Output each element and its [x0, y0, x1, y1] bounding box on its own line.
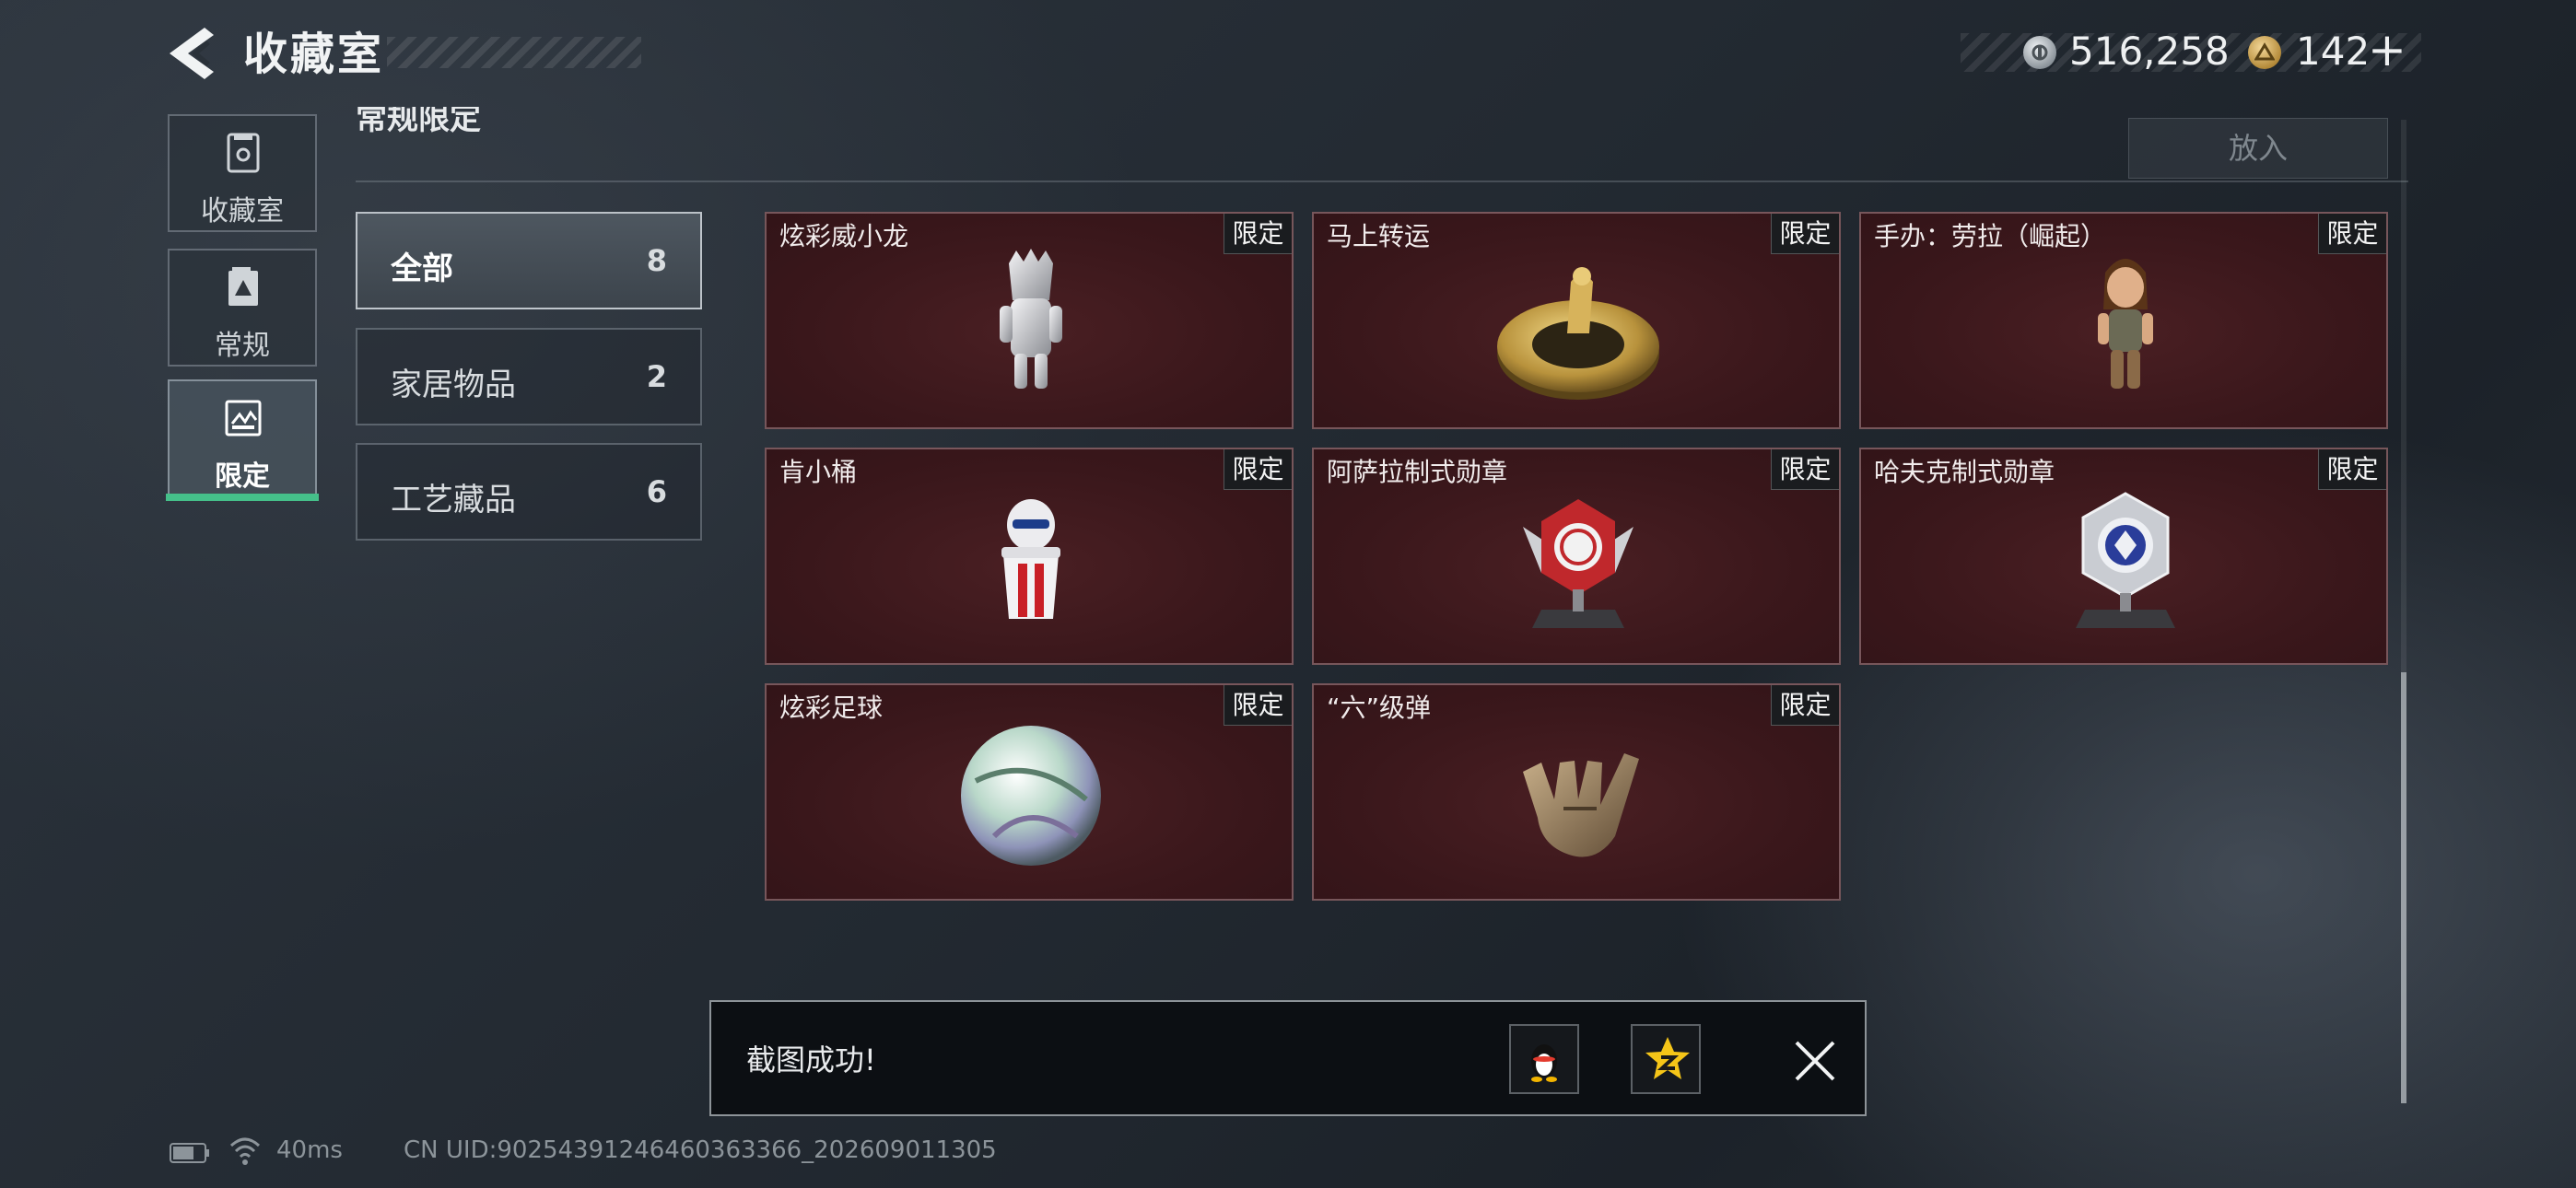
qq-icon: [1531, 1044, 1557, 1082]
item-name: 阿萨拉制式勋章: [1327, 457, 1508, 487]
filter-craft-collectibles[interactable]: 工艺藏品 6: [356, 443, 702, 541]
kfc-bucket-figure-icon: [1001, 499, 1060, 619]
uid-text: CN UID:90254391246460363366_202609011305: [404, 1136, 997, 1164]
nav-item-collection-room[interactable]: 收藏室: [168, 114, 317, 232]
limited-badge: 限定: [2318, 214, 2386, 254]
item-card[interactable]: 手办：劳拉（崛起） 限定: [1859, 212, 2388, 429]
share-qq-button[interactable]: [1509, 1024, 1579, 1094]
limited-badge: 限定: [1771, 685, 1839, 726]
silver-dragon-figure-icon: [1000, 249, 1062, 389]
item-card[interactable]: 炫彩威小龙 限定: [765, 212, 1294, 429]
selected-tab-indicator: [166, 494, 319, 501]
gold-coin-icon: [2248, 36, 2281, 69]
section-title: 常规限定: [356, 107, 481, 137]
filter-home-items[interactable]: 家居物品 2: [356, 328, 702, 425]
section-divider: [356, 181, 2408, 182]
silver-currency-value: 516,258: [2069, 29, 2230, 74]
limited-badge: 限定: [1771, 449, 1839, 490]
put-in-button[interactable]: 放入: [2128, 118, 2388, 179]
item-name: 炫彩足球: [779, 693, 884, 723]
item-card[interactable]: 马上转运 限定: [1312, 212, 1841, 429]
item-name: “六”级弹: [1327, 693, 1432, 723]
screenshot-toast: 截图成功!: [709, 1000, 1867, 1116]
filter-all[interactable]: 全部 8: [356, 212, 702, 309]
six-gesture-hand-icon: [1523, 753, 1639, 857]
qzone-icon: [1645, 1037, 1690, 1079]
regular-icon: [228, 267, 258, 306]
page-title: 收藏室: [243, 29, 385, 80]
filter-count: 8: [646, 243, 667, 278]
ping-text: 40ms: [276, 1136, 343, 1164]
filter-label: 工艺藏品: [391, 482, 516, 518]
asara-medal-icon: [1523, 499, 1633, 628]
wifi-icon: [229, 1137, 261, 1165]
item-name: 马上转运: [1327, 221, 1431, 251]
limited-badge: 限定: [1224, 449, 1292, 490]
toast-message: 截图成功!: [746, 1042, 876, 1077]
item-name: 哈夫克制式勋章: [1874, 457, 2055, 487]
nav-item-regular[interactable]: 常规: [168, 249, 317, 367]
golden-horse-turntable-icon: [1497, 267, 1659, 400]
item-name: 肯小桶: [779, 457, 858, 487]
nav-item-limited[interactable]: 限定: [168, 379, 317, 497]
filter-label: 全部: [391, 250, 453, 287]
limited-icon: [225, 400, 262, 437]
scrollbar-thumb[interactable]: [2401, 672, 2406, 1103]
lara-figure-icon: [2098, 259, 2153, 389]
collection-room-icon: [227, 133, 260, 173]
add-currency-button[interactable]: +: [2368, 22, 2406, 77]
filter-label: 家居物品: [391, 367, 516, 403]
nav-item-label: 限定: [215, 460, 270, 493]
title-stripe-decoration: [387, 37, 641, 68]
haavk-medal-icon: [2076, 492, 2175, 628]
filter-count: 2: [646, 359, 667, 394]
gold-currency-value: 142: [2296, 29, 2371, 74]
iridescent-football-icon: [961, 726, 1101, 866]
close-icon: [1795, 1041, 1835, 1081]
nav-item-label: 常规: [215, 330, 270, 362]
limited-badge: 限定: [1224, 214, 1292, 254]
item-card[interactable]: 阿萨拉制式勋章 限定: [1312, 448, 1841, 665]
limited-badge: 限定: [1224, 685, 1292, 726]
item-name: 炫彩威小龙: [779, 221, 909, 251]
silver-coin-icon: [2023, 36, 2056, 69]
toast-close-button[interactable]: [1787, 1033, 1843, 1089]
back-button[interactable]: [166, 24, 217, 83]
item-card[interactable]: 肯小桶 限定: [765, 448, 1294, 665]
share-qzone-button[interactable]: [1631, 1024, 1701, 1094]
item-card[interactable]: “六”级弹 限定: [1312, 683, 1841, 901]
nav-item-label: 收藏室: [201, 195, 284, 227]
battery-icon: [170, 1143, 209, 1163]
limited-badge: 限定: [2318, 449, 2386, 490]
limited-badge: 限定: [1771, 214, 1839, 254]
filter-count: 6: [646, 474, 667, 509]
back-arrow-icon: [170, 28, 214, 79]
item-card[interactable]: 炫彩足球 限定: [765, 683, 1294, 901]
item-card[interactable]: 哈夫克制式勋章 限定: [1859, 448, 2388, 665]
